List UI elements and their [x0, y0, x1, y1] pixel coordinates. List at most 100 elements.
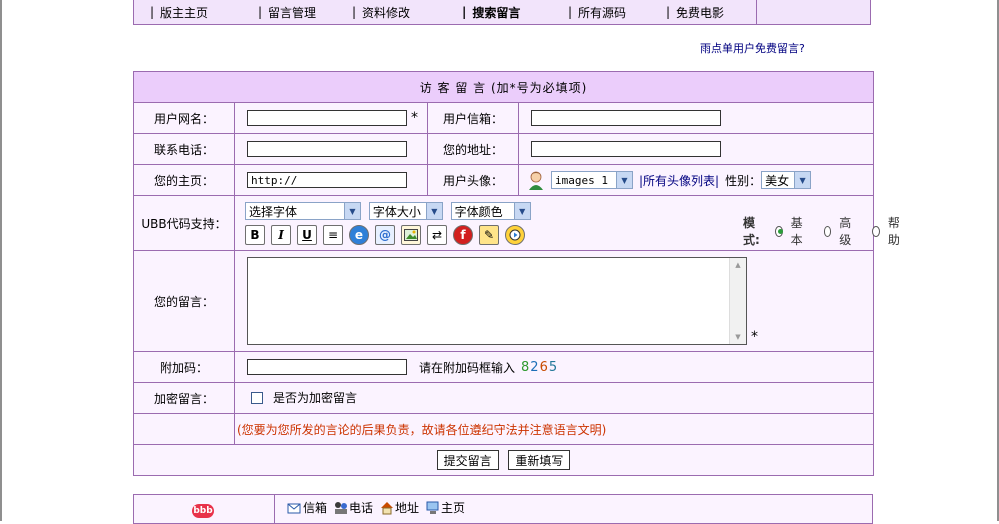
code-hint: 请在附加码框输入: [419, 360, 516, 375]
entry-homepage-link[interactable]: 主页: [425, 499, 465, 516]
nav-item-label: 所有源码: [578, 5, 627, 20]
chevron-down-icon: ▼: [616, 172, 632, 188]
nav-divider: [756, 0, 757, 25]
chevron-down-icon: ▼: [794, 172, 811, 188]
reset-button[interactable]: 重新填写: [508, 450, 571, 470]
encrypt-label: 加密留言：: [133, 382, 235, 414]
avatar-list-link[interactable]: |所有头像列表|: [639, 172, 719, 189]
form-header: 访 客 留 言 (加*号为必填项): [133, 71, 874, 103]
homepage-label: 您的主页：: [133, 164, 235, 196]
entry-address-link[interactable]: 地址: [379, 499, 419, 516]
avatar-label: 用户头像：: [427, 164, 519, 196]
required-mark: *: [411, 110, 418, 126]
avatar-select[interactable]: images 1 ▼: [551, 171, 633, 189]
address-cell: [518, 133, 874, 165]
color-select[interactable]: 字体颜色 ▼: [450, 202, 531, 220]
entry-avatar-cell: bbb: [134, 495, 275, 523]
mode-help-label: 帮助: [887, 216, 900, 247]
nav-item-label: 免费电影: [676, 5, 725, 20]
email-link-icon[interactable]: @: [375, 225, 395, 245]
encrypt-checkbox-label: 是否为加密留言: [273, 391, 358, 406]
chevron-down-icon: ▼: [513, 203, 530, 219]
encrypt-checkbox[interactable]: [251, 391, 263, 404]
username-input[interactable]: [247, 110, 407, 126]
image-icon[interactable]: [401, 225, 421, 245]
scroll-down-icon[interactable]: ▼: [730, 330, 746, 344]
nav-item-label: 资料修改: [362, 5, 411, 20]
mode-basic-radio[interactable]: [775, 225, 783, 237]
homepage-cell: [234, 164, 428, 196]
mode-advanced-radio[interactable]: [823, 225, 832, 237]
mode-help-radio[interactable]: [872, 225, 880, 237]
guestbook-form: 访 客 留 言 (加*号为必填项) 用户网名： * 用户信箱： 联系电话： 您的…: [133, 71, 900, 476]
size-select[interactable]: 字体大小 ▼: [368, 202, 443, 220]
hyperlink-icon[interactable]: e: [349, 225, 369, 245]
gender-select[interactable]: 美女 ▼: [761, 171, 812, 189]
edit-code-icon[interactable]: ✎: [479, 225, 499, 245]
window-edge-left: [0, 0, 2, 521]
nav-item-label: 留言管理: [268, 5, 317, 20]
email-input[interactable]: [531, 110, 721, 126]
quote-icon[interactable]: ⇄: [427, 225, 447, 245]
email-icon: [287, 501, 303, 515]
avatar-image-icon: [527, 170, 545, 190]
message-textarea[interactable]: ▲ ▼: [247, 257, 747, 345]
home-icon: [379, 501, 395, 515]
phone-cell: [234, 133, 428, 165]
scroll-up-icon[interactable]: ▲: [730, 258, 746, 272]
username-label: 用户网名：: [133, 102, 235, 134]
nav-item-profile[interactable]: | 资料修改: [336, 0, 446, 24]
email-cell: [518, 102, 874, 134]
notice-label-cell: [133, 413, 235, 445]
nav-item-movies[interactable]: | 免费电影: [650, 0, 738, 24]
actions-cell: 提交留言 重新填写: [133, 444, 874, 476]
homepage-input[interactable]: [247, 172, 407, 188]
italic-icon[interactable]: I: [271, 225, 291, 245]
mode-basic-label: 基本: [790, 216, 803, 247]
code-cell: 请在附加码框输入 8265: [234, 351, 874, 383]
free-guestbook-link[interactable]: 雨点单用户免费留言?: [700, 40, 805, 56]
font-select[interactable]: 选择字体 ▼: [245, 202, 361, 220]
notice-cell: (您要为您所发的言论的后果负责，故请各位遵纪守法并注意语言文明): [234, 413, 874, 445]
avatar-cell: images 1 ▼ |所有头像列表| 性别： 美女 ▼: [518, 164, 874, 196]
underline-icon[interactable]: U: [297, 225, 317, 245]
address-input[interactable]: [531, 141, 721, 157]
gender-label: 性别：: [725, 173, 762, 188]
computer-icon: [425, 501, 441, 515]
chevron-down-icon: ▼: [425, 203, 442, 219]
scrollbar[interactable]: ▲ ▼: [729, 258, 746, 344]
flash-icon[interactable]: f: [453, 225, 473, 245]
align-center-icon[interactable]: ≡: [323, 225, 343, 245]
entry-phone-link[interactable]: 电话: [333, 499, 373, 516]
entry-panel: bbb 信箱 电话 地址 主页: [133, 494, 873, 524]
top-nav: | 版主主页 | 留言管理 | 资料修改 | 搜索留言 | 所有源码 | 免费电影: [133, 0, 871, 25]
username-cell: *: [234, 102, 428, 134]
nav-item-label: 搜索留言: [472, 5, 521, 20]
mode-label: 模式:: [743, 216, 760, 247]
code-input[interactable]: [247, 359, 407, 375]
email-label: 用户信箱：: [427, 102, 519, 134]
ubb-cell: 选择字体 ▼ 字体大小 ▼ 字体颜色 ▼ B I U ≡ e @ ⇄ f ✎ 模…: [234, 195, 900, 251]
media-play-icon[interactable]: [505, 225, 525, 245]
bbb-logo: bbb: [192, 504, 214, 518]
notice-text: (您要为您所发的言论的后果负责，故请各位遵纪守法并注意语言文明): [237, 422, 607, 437]
bold-icon[interactable]: B: [245, 225, 265, 245]
ubb-label: UBB代码支持：: [133, 195, 235, 251]
nav-item-label: 版主主页: [160, 5, 209, 20]
nav-item-manage[interactable]: | 留言管理: [242, 0, 336, 24]
required-mark: *: [751, 329, 758, 345]
encrypt-cell: 是否为加密留言: [234, 382, 874, 414]
phone-icon: [333, 501, 349, 515]
phone-input[interactable]: [247, 141, 407, 157]
phone-label: 联系电话：: [133, 133, 235, 165]
address-label: 您的地址：: [427, 133, 519, 165]
entry-links: 信箱 电话 地址 主页: [275, 495, 465, 523]
message-cell: ▲ ▼ *: [234, 250, 874, 352]
nav-item-search[interactable]: | 搜索留言: [446, 0, 552, 24]
mode-advanced-label: 高级: [839, 216, 852, 247]
nav-item-home[interactable]: | 版主主页: [134, 0, 242, 24]
submit-button[interactable]: 提交留言: [436, 450, 499, 470]
entry-email-link[interactable]: 信箱: [287, 499, 327, 516]
nav-item-source[interactable]: | 所有源码: [552, 0, 650, 24]
message-label: 您的留言：: [133, 250, 235, 352]
